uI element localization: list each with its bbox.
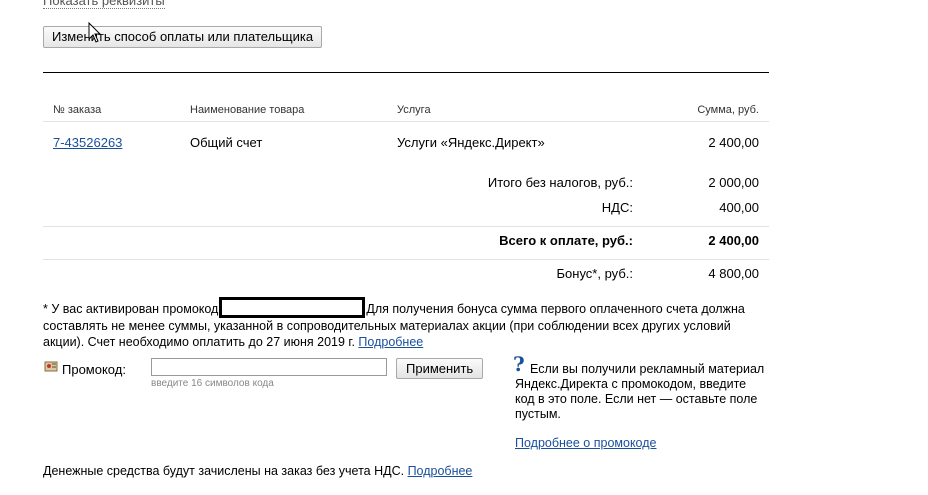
no-tax-label: Итого без налогов, руб.:	[487, 175, 633, 190]
total-label: Всего к оплате, руб.:	[499, 233, 633, 248]
order-number-link[interactable]: 7-43526263	[53, 135, 122, 150]
header-product: Наименование товара	[190, 104, 305, 116]
promo-help-text: Если вы получили рекламный материал Янде…	[515, 362, 765, 421]
promo-help-link[interactable]: Подробнее о промокоде	[515, 436, 656, 450]
footer-note: Денежные средства будут зачислены на зак…	[43, 464, 472, 478]
vat-label: НДС:	[601, 200, 633, 215]
bonus-value: 4 800,00	[708, 266, 759, 281]
row-sum: 2 400,00	[708, 135, 759, 150]
section-divider	[43, 72, 769, 73]
cursor-icon	[88, 22, 102, 43]
total-value: 2 400,00	[708, 233, 759, 248]
header-sum: Сумма, руб.	[697, 104, 759, 116]
product-name: Общий счет	[190, 135, 263, 150]
promo-note-text-1: * У вас активирован промокод	[43, 302, 219, 316]
redacted-promo-code	[219, 297, 366, 318]
promo-note: * У вас активирован промокод Для получени…	[43, 297, 763, 350]
promo-icon	[44, 361, 58, 372]
no-tax-value: 2 000,00	[708, 175, 759, 190]
header-order: № заказа	[53, 104, 102, 116]
footer-text: Денежные средства будут зачислены на зак…	[43, 464, 405, 478]
header-service: Услуга	[397, 104, 431, 116]
apply-promo-button[interactable]: Применить	[396, 358, 484, 379]
promo-note-more-link[interactable]: Подробнее	[358, 335, 423, 349]
promo-code-input[interactable]	[151, 358, 387, 376]
footer-more-link[interactable]: Подробнее	[408, 464, 473, 478]
bonus-divider	[43, 259, 769, 260]
show-details-link[interactable]: Показать реквизиты	[43, 0, 165, 9]
totals-divider	[43, 226, 769, 227]
promo-label: Промокод:	[62, 362, 126, 377]
change-payment-button[interactable]: Изменить способ оплаты или плательщика	[43, 26, 323, 48]
service-name: Услуги «Яндекс.Директ»	[397, 135, 545, 150]
vat-value: 400,00	[719, 200, 759, 215]
promo-hint: введите 16 символов кода	[151, 378, 274, 389]
header-divider	[43, 121, 769, 122]
bonus-label: Бонус*, руб.:	[556, 266, 633, 281]
